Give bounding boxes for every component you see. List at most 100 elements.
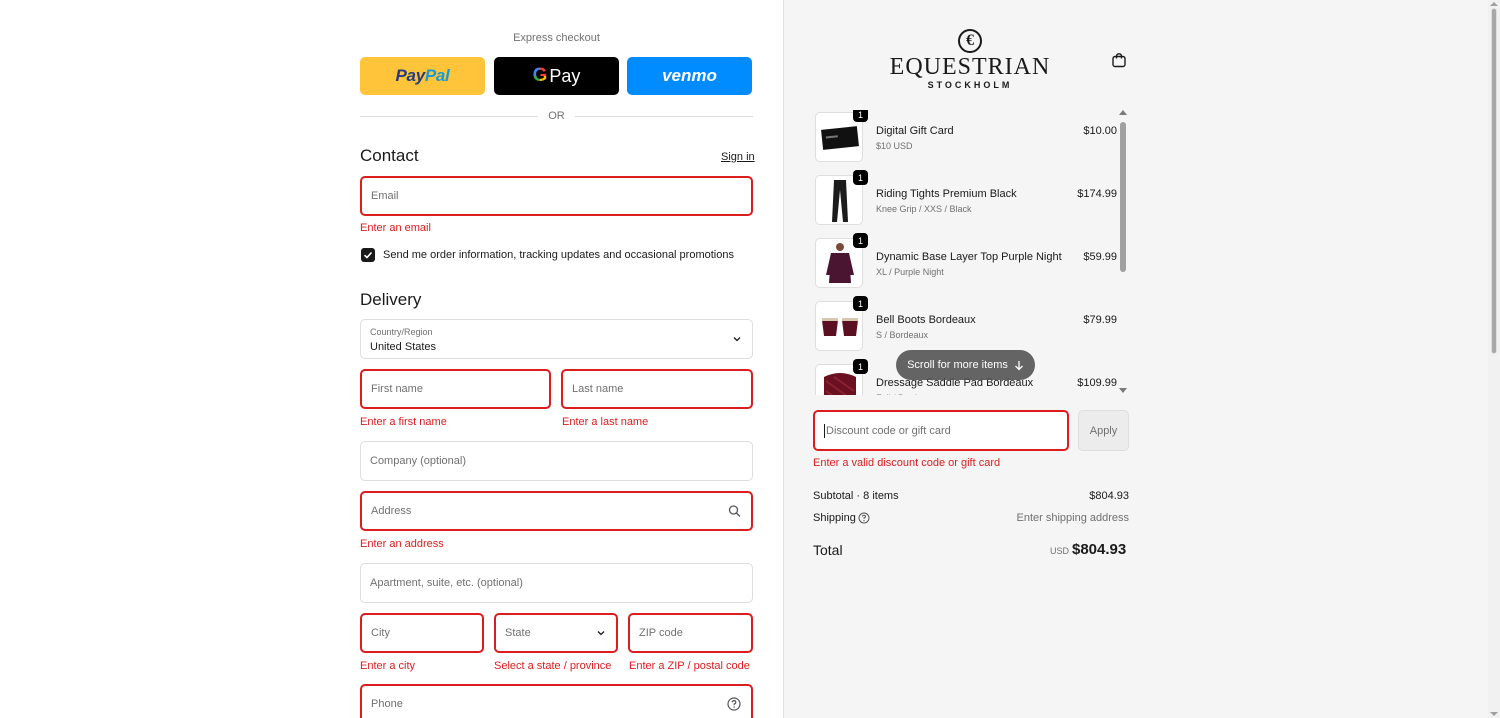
checkout-form-panel: Express checkout Pay Pal G Pay venmo OR Co… bbox=[0, 0, 783, 718]
page-scroll-thumb[interactable] bbox=[1491, 8, 1497, 354]
address-field[interactable]: Address bbox=[360, 491, 753, 531]
quantity-badge: 1 bbox=[853, 359, 868, 374]
checkmark-icon bbox=[363, 251, 373, 259]
item-price: $59.99 bbox=[1083, 251, 1117, 263]
country-value: United States bbox=[370, 341, 437, 353]
paypal-logo-pal: Pal bbox=[424, 66, 450, 85]
page-scroll-up-icon[interactable] bbox=[1490, 2, 1498, 6]
zip-error: Enter a ZIP / postal code bbox=[629, 660, 750, 672]
item-name: Bell Boots Bordeaux bbox=[876, 314, 976, 326]
state-select[interactable]: State bbox=[494, 613, 618, 653]
quantity-badge: 1 bbox=[853, 233, 868, 248]
last-name-placeholder: Last name bbox=[572, 383, 624, 395]
shopping-bag-icon[interactable] bbox=[1111, 52, 1127, 68]
country-select[interactable]: Country/Region United States bbox=[360, 319, 753, 359]
email-field[interactable]: Email bbox=[360, 176, 753, 216]
scroll-up-arrow-icon[interactable] bbox=[1119, 110, 1127, 115]
apartment-field[interactable]: Apartment, suite, etc. (optional) bbox=[360, 563, 753, 603]
marketing-checkbox-label: Send me order information, tracking upda… bbox=[383, 249, 734, 261]
arrow-down-icon bbox=[1014, 360, 1023, 370]
list-item: 1 Digital Gift Card $10 USD $10.00 bbox=[813, 110, 1119, 164]
apartment-placeholder: Apartment, suite, etc. (optional) bbox=[370, 577, 523, 589]
item-variant: Knee Grip / XXS / Black bbox=[876, 204, 972, 214]
discount-placeholder: Discount code or gift card bbox=[826, 424, 951, 437]
apply-discount-button[interactable]: Apply bbox=[1078, 410, 1129, 451]
subtotal-label: Subtotal · 8 items bbox=[813, 490, 899, 502]
quantity-badge: 1 bbox=[853, 170, 868, 185]
address-error: Enter an address bbox=[360, 538, 444, 550]
help-circle-icon[interactable] bbox=[858, 512, 870, 524]
item-price: $174.99 bbox=[1077, 188, 1117, 200]
subtotal-value: $804.93 bbox=[1089, 490, 1129, 502]
list-item: 1 Bell Boots Bordeaux S / Bordeaux $79.9… bbox=[813, 296, 1119, 353]
page-scrollbar[interactable] bbox=[1488, 0, 1500, 718]
scroll-for-more-button[interactable]: Scroll for more items bbox=[896, 350, 1035, 380]
paypal-button[interactable]: Pay Pal bbox=[360, 57, 485, 95]
item-name: Dynamic Base Layer Top Purple Night bbox=[876, 251, 1062, 263]
brand-name[interactable]: EQUESTRIAN bbox=[880, 54, 1060, 81]
search-icon bbox=[728, 505, 741, 517]
zip-placeholder: ZIP code bbox=[639, 627, 683, 639]
quantity-badge: 1 bbox=[853, 110, 868, 122]
item-variant: S / Bordeaux bbox=[876, 330, 929, 340]
help-circle-icon[interactable] bbox=[727, 697, 741, 711]
phone-field[interactable]: Phone bbox=[360, 684, 753, 718]
marketing-checkbox[interactable] bbox=[361, 248, 375, 262]
item-variant: $10 USD bbox=[876, 141, 913, 151]
city-placeholder: City bbox=[371, 627, 390, 639]
list-item: 1 Riding Tights Premium Black Knee Grip … bbox=[813, 170, 1119, 227]
express-checkout-title: Express checkout bbox=[513, 32, 600, 44]
last-name-field[interactable]: Last name bbox=[561, 369, 753, 409]
first-name-error: Enter a first name bbox=[360, 416, 447, 428]
cart-items-scrollbar[interactable] bbox=[1119, 110, 1127, 395]
first-name-field[interactable]: First name bbox=[360, 369, 551, 409]
google-g-icon: G bbox=[532, 65, 548, 86]
page-scroll-down-icon[interactable] bbox=[1490, 712, 1498, 716]
sign-in-link[interactable]: Sign in bbox=[721, 151, 755, 163]
city-error: Enter a city bbox=[360, 660, 416, 672]
scroll-thumb[interactable] bbox=[1120, 122, 1126, 272]
checkout-page: Express checkout Pay Pal G Pay venmo OR Co… bbox=[0, 0, 1500, 718]
item-price: $109.99 bbox=[1077, 377, 1117, 389]
quantity-badge: 1 bbox=[853, 296, 868, 311]
email-placeholder: Email bbox=[371, 190, 399, 202]
venmo-logo: venmo bbox=[662, 66, 717, 85]
google-pay-label: Pay bbox=[549, 65, 581, 86]
scroll-down-arrow-icon[interactable] bbox=[1119, 388, 1127, 393]
item-variant: XL / Purple Night bbox=[876, 267, 944, 277]
chevron-down-icon bbox=[733, 337, 741, 342]
country-label: Country/Region bbox=[370, 327, 433, 337]
email-error: Enter an email bbox=[360, 222, 431, 234]
scroll-hint-label: Scroll for more items bbox=[907, 359, 1008, 371]
zip-field[interactable]: ZIP code bbox=[628, 613, 753, 653]
or-divider: OR bbox=[360, 109, 753, 123]
list-item: 1 Dynamic Base Layer Top Purple Night XL… bbox=[813, 233, 1119, 290]
shipping-label: Shipping bbox=[813, 512, 856, 524]
total-value: $804.93 bbox=[1072, 541, 1127, 558]
total-label: Total bbox=[813, 542, 843, 558]
total-currency: USD bbox=[1050, 546, 1070, 556]
google-pay-button[interactable]: G Pay bbox=[494, 57, 619, 95]
item-variant: Full / Bordeaux bbox=[876, 393, 937, 395]
contact-heading: Contact bbox=[360, 146, 419, 165]
company-field[interactable]: Company (optional) bbox=[360, 441, 753, 481]
brand-monogram: € bbox=[958, 29, 982, 53]
last-name-error: Enter a last name bbox=[562, 416, 649, 428]
divider-line-right bbox=[575, 116, 753, 117]
item-price: $10.00 bbox=[1083, 125, 1117, 137]
company-placeholder: Company (optional) bbox=[370, 455, 466, 467]
first-name-placeholder: First name bbox=[371, 383, 423, 395]
address-placeholder: Address bbox=[371, 505, 412, 517]
phone-placeholder: Phone bbox=[371, 698, 403, 710]
shipping-value: Enter shipping address bbox=[1016, 512, 1129, 524]
delivery-heading: Delivery bbox=[360, 290, 422, 309]
city-field[interactable]: City bbox=[360, 613, 484, 653]
discount-code-field[interactable]: Discount code or gift card bbox=[813, 410, 1069, 451]
venmo-button[interactable]: venmo bbox=[627, 57, 752, 95]
text-cursor bbox=[824, 423, 825, 438]
discount-error: Enter a valid discount code or gift card bbox=[813, 457, 1001, 469]
chevron-down-icon bbox=[597, 631, 605, 636]
item-name: Riding Tights Premium Black bbox=[876, 188, 1017, 200]
state-error: Select a state / province bbox=[494, 660, 612, 672]
state-placeholder: State bbox=[505, 627, 531, 639]
